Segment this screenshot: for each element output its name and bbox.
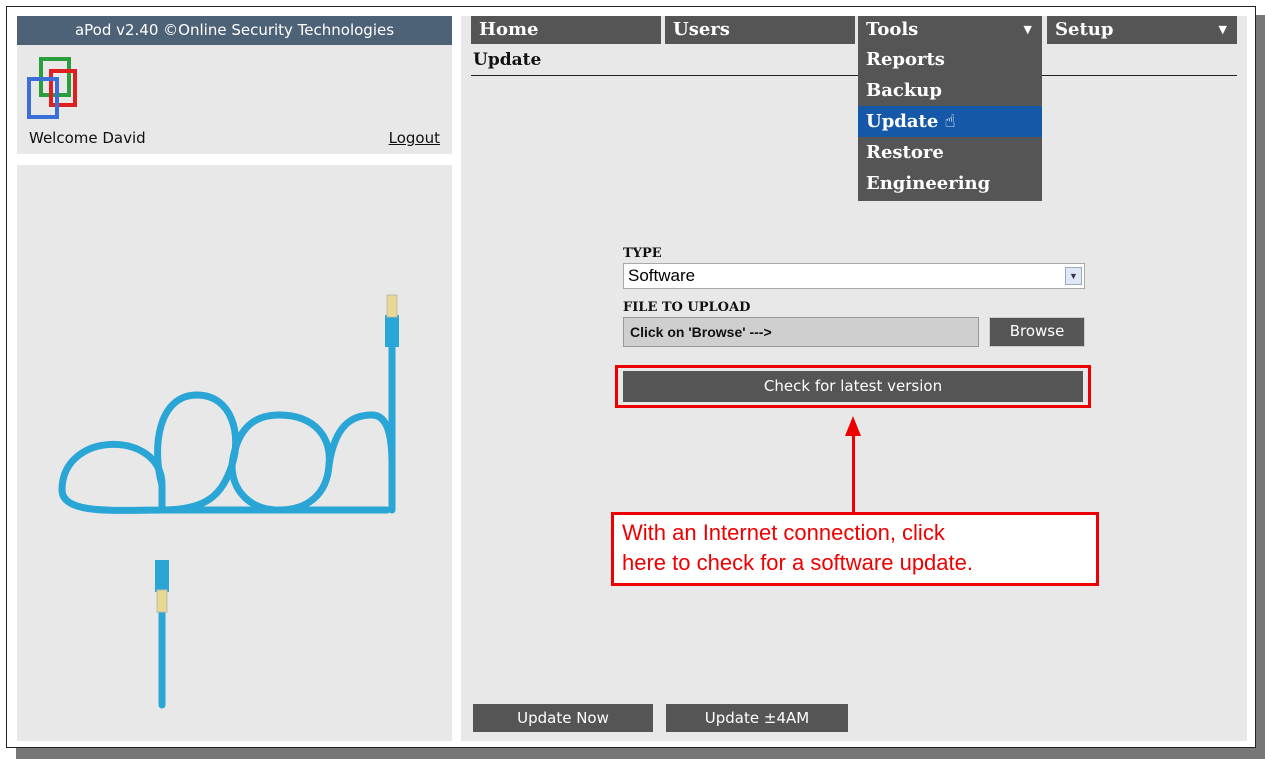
browse-button[interactable]: Browse: [989, 317, 1085, 347]
annotation-callout: With an Internet connection, click here …: [611, 512, 1099, 586]
file-upload-field[interactable]: Click on 'Browse' --->: [623, 317, 979, 347]
update-now-button[interactable]: Update Now: [473, 704, 653, 732]
chevron-down-icon: ▼: [1023, 23, 1032, 36]
menu-item-reports[interactable]: Reports: [858, 44, 1042, 75]
menu-item-update[interactable]: Update ☝: [858, 106, 1042, 137]
check-latest-version-button[interactable]: Check for latest version: [623, 371, 1083, 402]
nav-tools-label: Tools: [866, 19, 919, 40]
apod-cable-logo-icon: [58, 294, 399, 709]
nav-home[interactable]: Home: [471, 16, 661, 44]
nav-setup[interactable]: Setup ▼: [1047, 16, 1237, 44]
nav-users[interactable]: Users: [665, 16, 855, 44]
file-label: FILE TO UPLOAD: [623, 300, 751, 315]
page-title: Update: [473, 50, 542, 70]
main-panel: Home Users Tools ▼ Setup ▼ Update Reports …: [461, 16, 1247, 741]
update-4am-button[interactable]: Update ±4AM: [666, 704, 848, 732]
title-divider: [471, 75, 1237, 76]
type-select[interactable]: Software ▼: [623, 263, 1085, 289]
menu-item-engineering[interactable]: Engineering: [858, 168, 1042, 199]
callout-line-2: here to check for a software update.: [622, 550, 973, 575]
type-select-value: Software: [628, 266, 696, 285]
chevron-down-icon: ▼: [1218, 23, 1227, 36]
app-title: aPod v2.40 ©Online Security Technologies: [17, 16, 452, 45]
nav-home-label: Home: [479, 19, 539, 40]
tools-menu: Reports Backup Update ☝ Restore Engineer…: [858, 44, 1042, 201]
user-panel: Welcome David Logout: [17, 45, 452, 154]
hand-cursor-icon: ☝: [944, 111, 956, 132]
nav-users-label: Users: [673, 19, 730, 40]
nav-setup-label: Setup: [1055, 19, 1114, 40]
menu-item-backup[interactable]: Backup: [858, 75, 1042, 106]
type-label: TYPE: [623, 246, 662, 261]
nav-tools[interactable]: Tools ▼: [858, 16, 1042, 44]
logout-link[interactable]: Logout: [389, 129, 440, 147]
menu-item-update-label: Update: [866, 111, 939, 132]
brand-panel: [17, 165, 452, 741]
callout-line-1: With an Internet connection, click: [622, 520, 945, 545]
chevron-down-icon[interactable]: ▼: [1065, 267, 1082, 285]
welcome-text: Welcome David: [29, 129, 146, 147]
apod-logo-icon: [27, 57, 77, 119]
menu-item-restore[interactable]: Restore: [858, 137, 1042, 168]
